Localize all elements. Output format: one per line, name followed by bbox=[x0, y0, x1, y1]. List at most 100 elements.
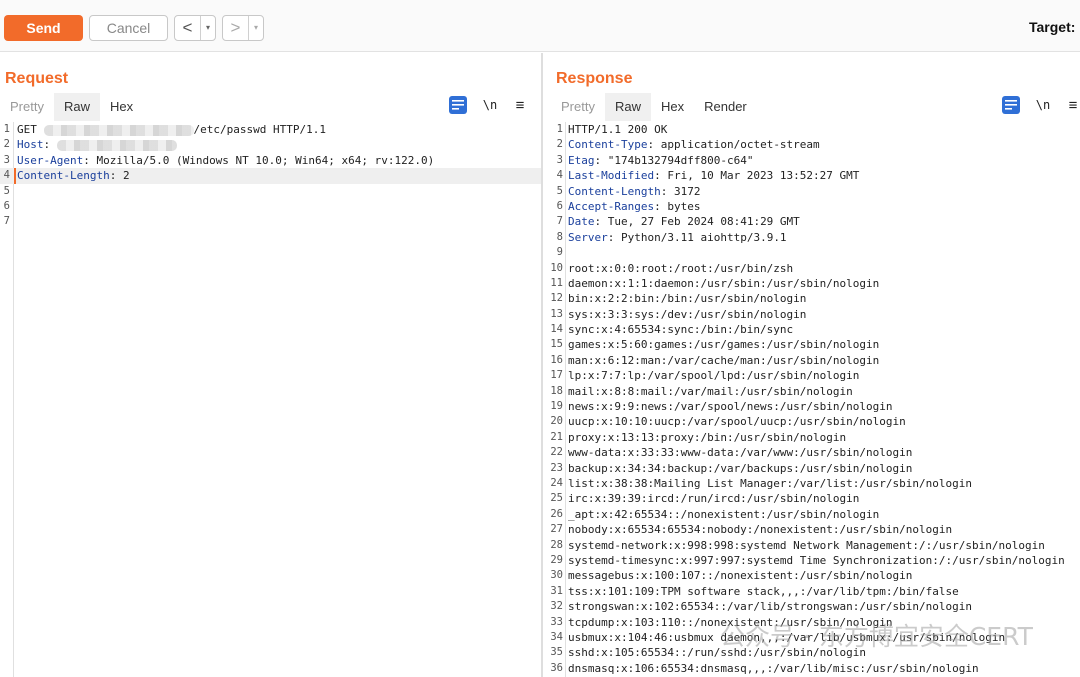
code-line: 36 dnsmasq:x:106:65534:dnsmasq,,,:/var/li… bbox=[543, 661, 1080, 676]
code-line: 21 proxy:x:13:13:proxy:/bin:/usr/sbin/nol… bbox=[543, 430, 1080, 445]
line-number: 7 bbox=[556, 215, 563, 228]
header-name: Content-Length bbox=[17, 169, 110, 183]
response-editor[interactable]: 1 HTTP/1.1 200 OK 2 Content-Type: applicati… bbox=[543, 122, 1080, 677]
code-line: 6 bbox=[0, 199, 541, 214]
code-line: 13 sys:x:3:3:sys:/dev:/usr/sbin/nologin bbox=[543, 307, 1080, 322]
history-forward-group: > ▾ bbox=[222, 15, 264, 41]
code-line: 28 systemd-network:x:998:998:systemd Netw… bbox=[543, 538, 1080, 553]
tab-hex[interactable]: Hex bbox=[100, 93, 143, 121]
line-content: messagebus:x:100:107::/nonexistent:/usr/… bbox=[568, 568, 912, 583]
redacted-value bbox=[56, 139, 177, 151]
response-tab-tools: \n ≡ bbox=[1002, 96, 1080, 114]
line-number: 26 bbox=[550, 507, 563, 520]
code-line: 7 bbox=[0, 214, 541, 229]
code-line: 4 Last-Modified: Fri, 10 Mar 2023 13:52:2… bbox=[543, 168, 1080, 183]
header-name: Host bbox=[17, 138, 44, 152]
line-content: nobody:x:65534:65534:nobody:/nonexistent… bbox=[568, 522, 952, 537]
line-text: : bbox=[43, 138, 57, 152]
line-content: uucp:x:10:10:uucp:/var/spool/uucp:/usr/s… bbox=[568, 414, 906, 429]
target-label[interactable]: Target: bbox=[1029, 19, 1075, 35]
line-text: uucp:x:10:10:uucp:/var/spool/uucp:/usr/s… bbox=[568, 415, 906, 429]
tab-raw[interactable]: Raw bbox=[604, 93, 651, 121]
tab-pretty[interactable]: Pretty bbox=[551, 93, 605, 121]
request-tab-tools: \n ≡ bbox=[449, 96, 527, 114]
line-content: tss:x:101:109:TPM software stack,,,:/var… bbox=[568, 584, 959, 599]
line-number: 14 bbox=[550, 323, 563, 336]
line-number: 5 bbox=[3, 184, 10, 197]
menu-icon[interactable]: ≡ bbox=[513, 97, 527, 114]
response-title: Response bbox=[556, 70, 633, 87]
forward-dropdown-icon[interactable]: ▾ bbox=[248, 16, 263, 40]
response-pane: Response Pretty Raw Hex Render \n ≡ 1 HTTP/1… bbox=[543, 53, 1080, 677]
line-content: lp:x:7:7:lp:/var/spool/lpd:/usr/sbin/nol… bbox=[568, 368, 859, 383]
code-line: 32 strongswan:x:102:65534::/var/lib/stron… bbox=[543, 599, 1080, 614]
newline-toggle-button[interactable]: \n bbox=[1034, 98, 1052, 112]
line-number: 31 bbox=[550, 584, 563, 597]
code-line: 30 messagebus:x:100:107::/nonexistent:/us… bbox=[543, 568, 1080, 583]
line-content: sys:x:3:3:sys:/dev:/usr/sbin/nologin bbox=[568, 307, 806, 322]
line-number: 21 bbox=[550, 430, 563, 443]
code-line: 2 Host: bbox=[0, 137, 541, 152]
code-line: 9 bbox=[543, 245, 1080, 260]
pretty-print-icon[interactable] bbox=[1002, 96, 1020, 114]
line-number: 19 bbox=[550, 400, 563, 413]
tab-raw[interactable]: Raw bbox=[53, 93, 100, 121]
code-line: 14 sync:x:4:65534:sync:/bin:/bin/sync bbox=[543, 322, 1080, 337]
tab-hex[interactable]: Hex bbox=[651, 93, 694, 121]
line-number: 1 bbox=[556, 123, 563, 135]
back-dropdown-icon[interactable]: ▾ bbox=[200, 16, 215, 40]
code-line: 22 www-data:x:33:33:www-data:/var/www:/us… bbox=[543, 445, 1080, 460]
newline-toggle-button[interactable]: \n bbox=[481, 98, 499, 112]
watermark-text: 公众号 · 东方博宜安全CERT bbox=[720, 622, 1033, 651]
line-number: 8 bbox=[556, 230, 563, 243]
line-content: systemd-timesync:x:997:997:systemd Time … bbox=[568, 553, 1065, 568]
line-content: Content-Length: 3172 bbox=[568, 184, 700, 199]
line-number: 16 bbox=[550, 353, 563, 366]
line-number: 11 bbox=[550, 276, 563, 289]
line-text: : "174b132794dff800-c64" bbox=[594, 153, 754, 167]
forward-arrow-icon[interactable]: > bbox=[223, 16, 248, 40]
pretty-print-icon[interactable] bbox=[449, 96, 467, 114]
redacted-value bbox=[43, 124, 194, 136]
tab-pretty[interactable]: Pretty bbox=[0, 93, 54, 121]
line-content: backup:x:34:34:backup:/var/backups:/usr/… bbox=[568, 461, 912, 476]
back-arrow-icon[interactable]: < bbox=[175, 16, 200, 40]
code-line: 2 Content-Type: application/octet-stream bbox=[543, 137, 1080, 152]
header-name: Content-Length bbox=[568, 184, 661, 198]
line-number: 15 bbox=[550, 338, 563, 351]
line-number: 2 bbox=[3, 138, 10, 151]
line-content: Content-Length: 2 bbox=[14, 168, 130, 184]
line-text: sync:x:4:65534:sync:/bin:/bin/sync bbox=[568, 323, 794, 337]
send-button[interactable]: Send bbox=[4, 15, 83, 41]
line-number: 2 bbox=[556, 138, 563, 151]
line-text: : 3172 bbox=[660, 184, 701, 198]
code-line: 20 uucp:x:10:10:uucp:/var/spool/uucp:/usr… bbox=[543, 414, 1080, 429]
line-number: 34 bbox=[550, 630, 563, 643]
line-number: 28 bbox=[550, 538, 563, 551]
code-line: 7 Date: Tue, 27 Feb 2024 08:41:29 GMT bbox=[543, 214, 1080, 229]
line-number: 9 bbox=[556, 246, 563, 259]
line-text: strongswan:x:102:65534::/var/lib/strongs… bbox=[568, 600, 972, 614]
line-text: sys:x:3:3:sys:/dev:/usr/sbin/nologin bbox=[568, 307, 807, 321]
line-content: GET /etc/passwd HTTP/1.1 bbox=[17, 122, 326, 137]
request-editor[interactable]: 1 GET /etc/passwd HTTP/1.1 2 Host: 3 User-Ag… bbox=[0, 122, 541, 677]
code-line: 1 HTTP/1.1 200 OK bbox=[543, 122, 1080, 137]
request-title: Request bbox=[5, 70, 69, 87]
line-number: 23 bbox=[550, 461, 563, 474]
history-back-group: < ▾ bbox=[174, 15, 216, 41]
line-content: User-Agent: Mozilla/5.0 (Windows NT 10.0… bbox=[17, 153, 434, 168]
code-line: 29 systemd-timesync:x:997:997:systemd Tim… bbox=[543, 553, 1080, 568]
cancel-button[interactable]: Cancel bbox=[89, 15, 168, 41]
line-text: systemd-network:x:998:998:systemd Networ… bbox=[568, 538, 1045, 552]
code-line: 27 nobody:x:65534:65534:nobody:/nonexiste… bbox=[543, 522, 1080, 537]
line-number: 7 bbox=[3, 215, 10, 228]
menu-icon[interactable]: ≡ bbox=[1066, 97, 1080, 114]
code-line: 8 Server: Python/3.11 aiohttp/3.9.1 bbox=[543, 230, 1080, 245]
line-text: proxy:x:13:13:proxy:/bin:/usr/sbin/nolog… bbox=[568, 430, 847, 444]
line-text: : Mozilla/5.0 (Windows NT 10.0; Win64; x… bbox=[83, 153, 435, 167]
line-number: 4 bbox=[3, 169, 10, 182]
line-number: 20 bbox=[550, 415, 563, 428]
line-number: 17 bbox=[550, 369, 563, 382]
line-number: 25 bbox=[550, 492, 563, 505]
tab-render[interactable]: Render bbox=[694, 93, 757, 121]
